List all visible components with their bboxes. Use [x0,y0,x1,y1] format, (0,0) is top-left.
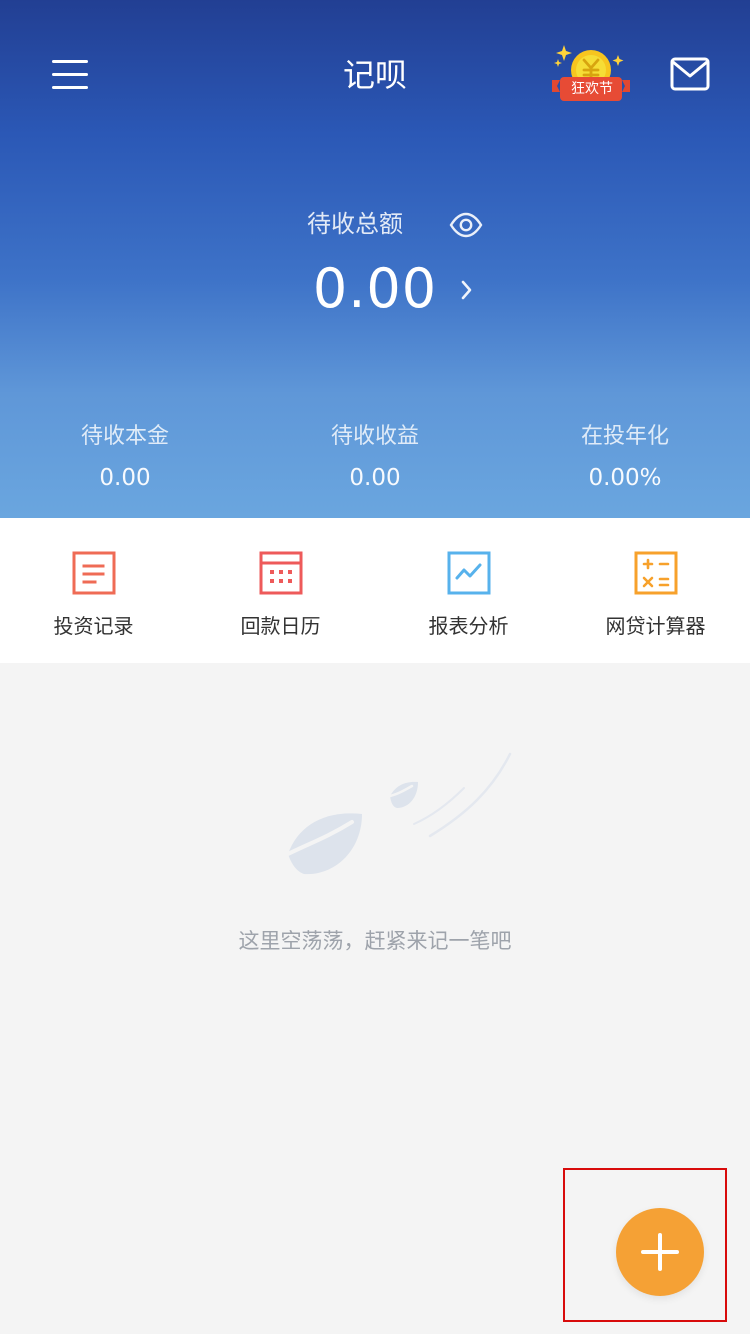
metric-pending-principal: 待收本金 0.00 [0,420,250,494]
add-record-button[interactable] [616,1208,704,1296]
metric-pending-earnings: 待收收益 0.00 [250,420,500,494]
metric-label: 待收收益 [330,424,419,449]
eye-icon[interactable] [448,207,484,243]
summary-value[interactable]: 0.00 [210,256,540,322]
quick-action-label: 回款日历 [240,614,321,638]
quick-action-report-analysis[interactable]: 报表分析 [375,548,562,658]
report-chart-icon [446,550,492,596]
empty-state-text: 这里空荡荡，赶紧来记一笔吧 [238,929,512,953]
mail-icon[interactable] [666,54,716,96]
header-hero: 记呗 狂欢节 待收总额 0.00 待收本金 0.00 待收收益 0.00 在投年… [0,0,750,518]
calculator-icon [633,550,679,596]
metric-value: 0.00 [99,465,151,491]
promo-badge-label: 狂欢节 [571,81,613,97]
quick-action-repayment-calendar[interactable]: 回款日历 [187,548,374,658]
falling-leaves-illustration [280,748,520,888]
metric-value: 0.00 [349,465,401,491]
page-title: 记呗 [342,56,407,94]
metric-label: 待收本金 [80,424,169,449]
metric-label: 在投年化 [580,424,669,449]
quick-action-label: 投资记录 [53,614,134,638]
chevron-right-icon[interactable] [456,277,478,303]
festival-promo-badge[interactable]: 狂欢节 [546,38,636,108]
metric-annualized-yield: 在投年化 0.00% [500,420,750,494]
record-document-icon [71,550,117,596]
quick-action-loan-calculator[interactable]: 网贷计算器 [562,548,749,658]
metric-value: 0.00% [588,465,662,491]
summary-label: 待收总额 [307,210,403,238]
calendar-icon [258,550,304,596]
plus-icon [641,1233,679,1271]
quick-action-label: 网贷计算器 [605,614,706,638]
quick-action-label: 报表分析 [428,614,509,638]
quick-actions-bar: 投资记录 回款日历 报表分析 网贷计算器 [0,518,750,663]
quick-action-investment-record[interactable]: 投资记录 [0,548,187,658]
